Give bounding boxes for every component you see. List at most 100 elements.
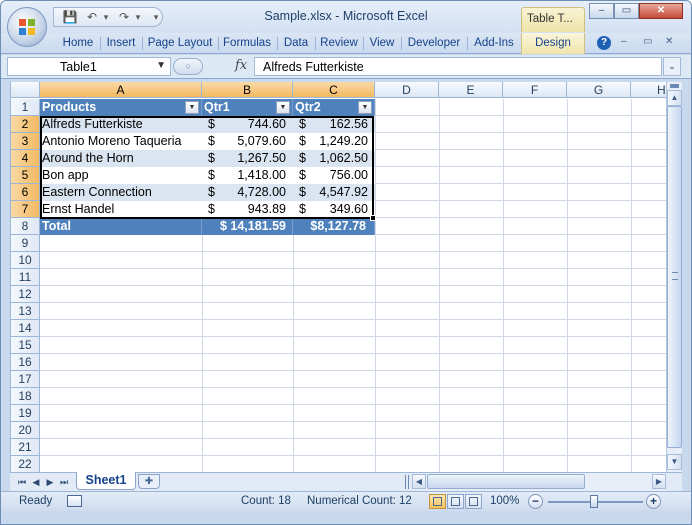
table-cell-qtr2[interactable]: $1,249.20 (293, 133, 375, 150)
row-header-22[interactable]: 22 (11, 456, 40, 472)
column-header-g[interactable]: G (567, 82, 631, 98)
table-cell-qtr2[interactable]: $162.56 (293, 116, 375, 133)
filter-dropdown-icon[interactable]: ▼ (276, 101, 290, 114)
table-cell-qtr2[interactable]: $349.60 (293, 201, 375, 218)
table-cell-product[interactable]: Antonio Moreno Taqueria (40, 133, 202, 150)
name-box-dropdown-icon[interactable]: ▼ (156, 60, 166, 71)
office-button[interactable] (7, 7, 47, 47)
row-header-11[interactable]: 11 (11, 269, 40, 286)
workbook-close-icon[interactable]: ✕ (665, 36, 673, 47)
column-header-e[interactable]: E (439, 82, 503, 98)
table-cell-qtr1[interactable]: $744.60 (202, 116, 293, 133)
row-header-9[interactable]: 9 (11, 235, 40, 252)
normal-view-icon[interactable] (429, 494, 446, 509)
row-header-8[interactable]: 8 (11, 218, 40, 235)
table-header-qtr2[interactable]: Qtr2 ▼ (293, 99, 375, 116)
sheet-tab-sheet1[interactable]: Sheet1 (76, 472, 136, 490)
scroll-down-button[interactable]: ▼ (667, 454, 682, 470)
row-header-21[interactable]: 21 (11, 439, 40, 456)
row-header-10[interactable]: 10 (11, 252, 40, 269)
name-box[interactable]: Table1 ▼ (7, 57, 171, 76)
total-label[interactable]: Total (40, 218, 202, 235)
fill-handle[interactable] (370, 215, 376, 221)
table-cell-qtr2[interactable]: $1,062.50 (293, 150, 375, 167)
customize-qat-icon[interactable]: ▾ (148, 10, 164, 24)
total-qtr1[interactable]: $ 14,181.59 (202, 218, 293, 235)
tab-home[interactable]: Home (57, 33, 99, 54)
row-header-13[interactable]: 13 (11, 303, 40, 320)
row-header-7[interactable]: 7 (11, 201, 40, 218)
row-header-15[interactable]: 15 (11, 337, 40, 354)
zoom-out-button[interactable]: − (528, 494, 543, 509)
scroll-up-button[interactable]: ▲ (667, 90, 682, 106)
table-cell-product[interactable]: Bon app (40, 167, 202, 184)
help-icon[interactable]: ? (597, 36, 611, 50)
column-header-h[interactable]: H (631, 82, 666, 98)
table-header-qtr1[interactable]: Qtr1 ▼ (202, 99, 293, 116)
row-header-16[interactable]: 16 (11, 354, 40, 371)
table-cell-qtr1[interactable]: $943.89 (202, 201, 293, 218)
tab-split-handle[interactable] (405, 475, 409, 489)
table-cell-product[interactable]: Eastern Connection (40, 184, 202, 201)
undo-dropdown-icon[interactable]: ▾ (98, 10, 114, 24)
tab-page-layout[interactable]: Page Layout (143, 33, 217, 54)
restore-button[interactable]: ▭ (614, 3, 639, 19)
first-sheet-icon[interactable]: ⏮ (16, 476, 28, 488)
row-header-4[interactable]: 4 (11, 150, 40, 167)
table-cell-product[interactable]: Ernst Handel (40, 201, 202, 218)
table-cell-qtr1[interactable]: $1,418.00 (202, 167, 293, 184)
scroll-right-button[interactable]: ▶ (652, 474, 666, 489)
last-sheet-icon[interactable]: ⏭ (58, 476, 70, 488)
page-break-preview-icon[interactable] (465, 494, 482, 509)
horizontal-scroll-thumb[interactable] (427, 474, 585, 489)
insert-sheet-icon[interactable]: ✚ (138, 474, 160, 489)
formula-bar-handle-icon[interactable]: ○ (173, 58, 203, 75)
row-header-14[interactable]: 14 (11, 320, 40, 337)
table-header-products[interactable]: Products ▼ (40, 99, 202, 116)
expand-formula-bar-icon[interactable]: ⌄ (663, 57, 681, 76)
row-header-2[interactable]: 2 (11, 116, 40, 133)
row-header-20[interactable]: 20 (11, 422, 40, 439)
tab-developer[interactable]: Developer (402, 33, 466, 54)
column-header-b[interactable]: B (202, 82, 293, 98)
tab-review[interactable]: Review (316, 33, 362, 54)
split-box-icon[interactable] (670, 84, 679, 88)
next-sheet-icon[interactable]: ▶ (44, 476, 56, 488)
scroll-left-button[interactable]: ◀ (412, 474, 426, 489)
row-header-5[interactable]: 5 (11, 167, 40, 184)
row-header-6[interactable]: 6 (11, 184, 40, 201)
table-cell-qtr1[interactable]: $5,079.60 (202, 133, 293, 150)
row-header-12[interactable]: 12 (11, 286, 40, 303)
horizontal-scrollbar[interactable]: ◀ ▶ (412, 473, 666, 491)
prev-sheet-icon[interactable]: ◀ (30, 476, 42, 488)
row-header-18[interactable]: 18 (11, 388, 40, 405)
vertical-scrollbar[interactable]: ▲ ▼ (666, 82, 682, 472)
vertical-scroll-thumb[interactable] (667, 106, 682, 448)
row-header-3[interactable]: 3 (11, 133, 40, 150)
tab-add-ins[interactable]: Add-Ins (468, 33, 520, 54)
tab-formulas[interactable]: Formulas (219, 33, 275, 54)
workbook-minimize-icon[interactable]: – (621, 36, 627, 47)
worksheet-grid[interactable]: A B C D E F G H 1 2 3 4 5 6 7 8 9 10 11 … (10, 82, 666, 472)
column-header-d[interactable]: D (375, 82, 439, 98)
row-header-17[interactable]: 17 (11, 371, 40, 388)
insert-function-icon[interactable]: fx (235, 58, 247, 73)
zoom-in-button[interactable]: + (646, 494, 661, 509)
minimize-button[interactable]: – (589, 3, 614, 19)
tab-insert[interactable]: Insert (101, 33, 141, 54)
page-layout-view-icon[interactable] (447, 494, 464, 509)
table-cell-qtr2[interactable]: $4,547.92 (293, 184, 375, 201)
row-header-1[interactable]: 1 (11, 99, 40, 116)
filter-dropdown-icon[interactable]: ▼ (185, 101, 199, 114)
column-header-c[interactable]: C (293, 82, 375, 98)
redo-dropdown-icon[interactable]: ▾ (130, 10, 146, 24)
filter-dropdown-icon[interactable]: ▼ (358, 101, 372, 114)
zoom-level[interactable]: 100% (490, 495, 519, 507)
tab-data[interactable]: Data (278, 33, 314, 54)
record-macro-icon[interactable] (67, 495, 82, 507)
table-cell-qtr1[interactable]: $4,728.00 (202, 184, 293, 201)
select-all-corner[interactable] (11, 82, 40, 98)
formula-input[interactable]: Alfreds Futterkiste (254, 57, 662, 76)
close-button[interactable]: ✕ (639, 3, 683, 19)
column-header-f[interactable]: F (503, 82, 567, 98)
